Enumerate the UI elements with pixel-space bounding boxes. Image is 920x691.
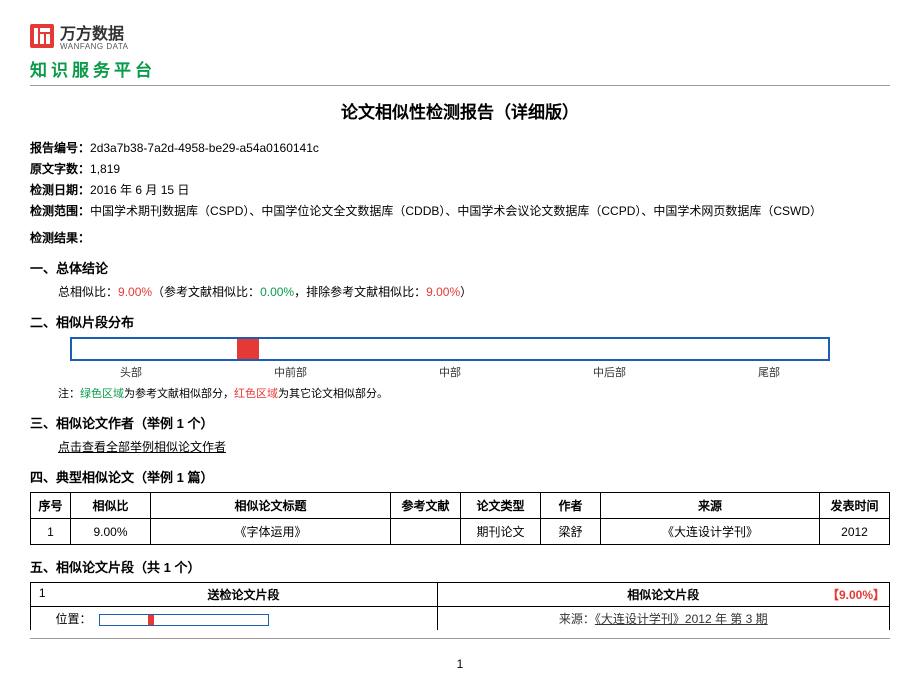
section-1-header: 一、总体结论 (30, 258, 890, 277)
view-all-authors-link[interactable]: 点击查看全部举例相似论文作者 (58, 440, 226, 454)
fragment-number: 1 (31, 583, 51, 607)
th-pub: 发表时间 (820, 493, 890, 519)
meta-report-id: 报告编号：2d3a7b38-7a2d-4958-be29-a54a0160141… (30, 139, 890, 156)
distribution-red-segment (237, 339, 259, 359)
fragment-left-header: 送检论文片段 (51, 583, 438, 607)
meta-word-count: 原文字数：1,819 (30, 160, 890, 177)
th-title: 相似论文标题 (151, 493, 391, 519)
section-5-header: 五、相似论文片段（共 1 个） (30, 557, 890, 576)
fragment-table: 1 送检论文片段 相似论文片段 【9.00%】 位置： 来源：《大连设计学刊》2… (30, 582, 890, 630)
distribution-bar (70, 337, 830, 361)
brand-en: WANFANG DATA (60, 42, 129, 51)
fragment-source-link[interactable]: 《大连设计学刊》2012 年 第 3 期 (595, 612, 768, 626)
wanfang-logo-icon (30, 24, 54, 48)
cell-source: 《大连设计学刊》 (601, 519, 820, 545)
cell-pub: 2012 (820, 519, 890, 545)
location-label: 位置： (56, 612, 92, 626)
cell-type: 期刊论文 (461, 519, 541, 545)
excl-ratio: 9.00% (426, 285, 460, 299)
meta-result: 检测结果： (30, 229, 890, 246)
cell-ref (391, 519, 461, 545)
location-bar-red (148, 615, 154, 625)
section-4-header: 四、典型相似论文（举例 1 篇） (30, 467, 890, 486)
report-page: 万方数据 WANFANG DATA 知识服务平台 论文相似性检测报告（详细版） … (0, 0, 920, 691)
cell-ratio: 9.00% (71, 519, 151, 545)
logo-row: 万方数据 WANFANG DATA (30, 20, 890, 51)
brand-text: 万方数据 WANFANG DATA (60, 20, 129, 51)
th-type: 论文类型 (461, 493, 541, 519)
cell-no: 1 (31, 519, 71, 545)
cell-title: 《字体运用》 (151, 519, 391, 545)
authors-link-row: 点击查看全部举例相似论文作者 (30, 438, 890, 455)
th-source: 来源 (601, 493, 820, 519)
location-bar (99, 614, 269, 626)
page-number: 1 (30, 657, 890, 671)
fragment-right-body: 来源：《大连设计学刊》2012 年 第 3 期 (437, 607, 889, 631)
logo-area: 万方数据 WANFANG DATA 知识服务平台 (30, 20, 890, 81)
fragment-right-header: 相似论文片段 【9.00%】 (437, 583, 889, 607)
brand-subtitle: 知识服务平台 (30, 56, 890, 81)
distribution-labels: 头部 中前部 中部 中后部 尾部 (70, 364, 830, 380)
table-header-row: 序号 相似比 相似论文标题 参考文献 论文类型 作者 来源 发表时间 (31, 493, 890, 519)
meta-date: 检测日期：2016 年 6 月 15 日 (30, 181, 890, 198)
total-ratio: 9.00% (118, 285, 152, 299)
fragment-header-row: 1 送检论文片段 相似论文片段 【9.00%】 (31, 583, 890, 607)
similar-papers-table: 序号 相似比 相似论文标题 参考文献 论文类型 作者 来源 发表时间 1 9.0… (30, 492, 890, 545)
ref-ratio: 0.00% (260, 285, 294, 299)
th-ref: 参考文献 (391, 493, 461, 519)
brand-cn: 万方数据 (60, 20, 129, 44)
section-2-header: 二、相似片段分布 (30, 312, 890, 331)
th-no: 序号 (31, 493, 71, 519)
section-3-header: 三、相似论文作者（举例 1 个） (30, 413, 890, 432)
overall-conclusion: 总相似比：9.00%（参考文献相似比：0.00%，排除参考文献相似比：9.00%… (30, 283, 890, 300)
fragment-percentage: 【9.00%】 (827, 586, 885, 603)
header-divider (30, 85, 890, 86)
distribution-note: 注：绿色区域为参考文献相似部分，红色区域为其它论文相似部分。 (30, 385, 890, 401)
report-title: 论文相似性检测报告（详细版） (30, 98, 890, 123)
th-ratio: 相似比 (71, 493, 151, 519)
distribution-chart: 头部 中前部 中部 中后部 尾部 (70, 337, 890, 380)
table-row: 1 9.00% 《字体运用》 期刊论文 梁舒 《大连设计学刊》 2012 (31, 519, 890, 545)
footer-divider (30, 638, 890, 639)
meta-scope: 检测范围：中国学术期刊数据库（CSPD）、中国学位论文全文数据库（CDDB）、中… (30, 202, 890, 219)
cell-author: 梁舒 (541, 519, 601, 545)
fragment-body-row: 位置： 来源：《大连设计学刊》2012 年 第 3 期 (31, 607, 890, 631)
th-author: 作者 (541, 493, 601, 519)
fragment-left-body: 位置： (51, 607, 438, 631)
